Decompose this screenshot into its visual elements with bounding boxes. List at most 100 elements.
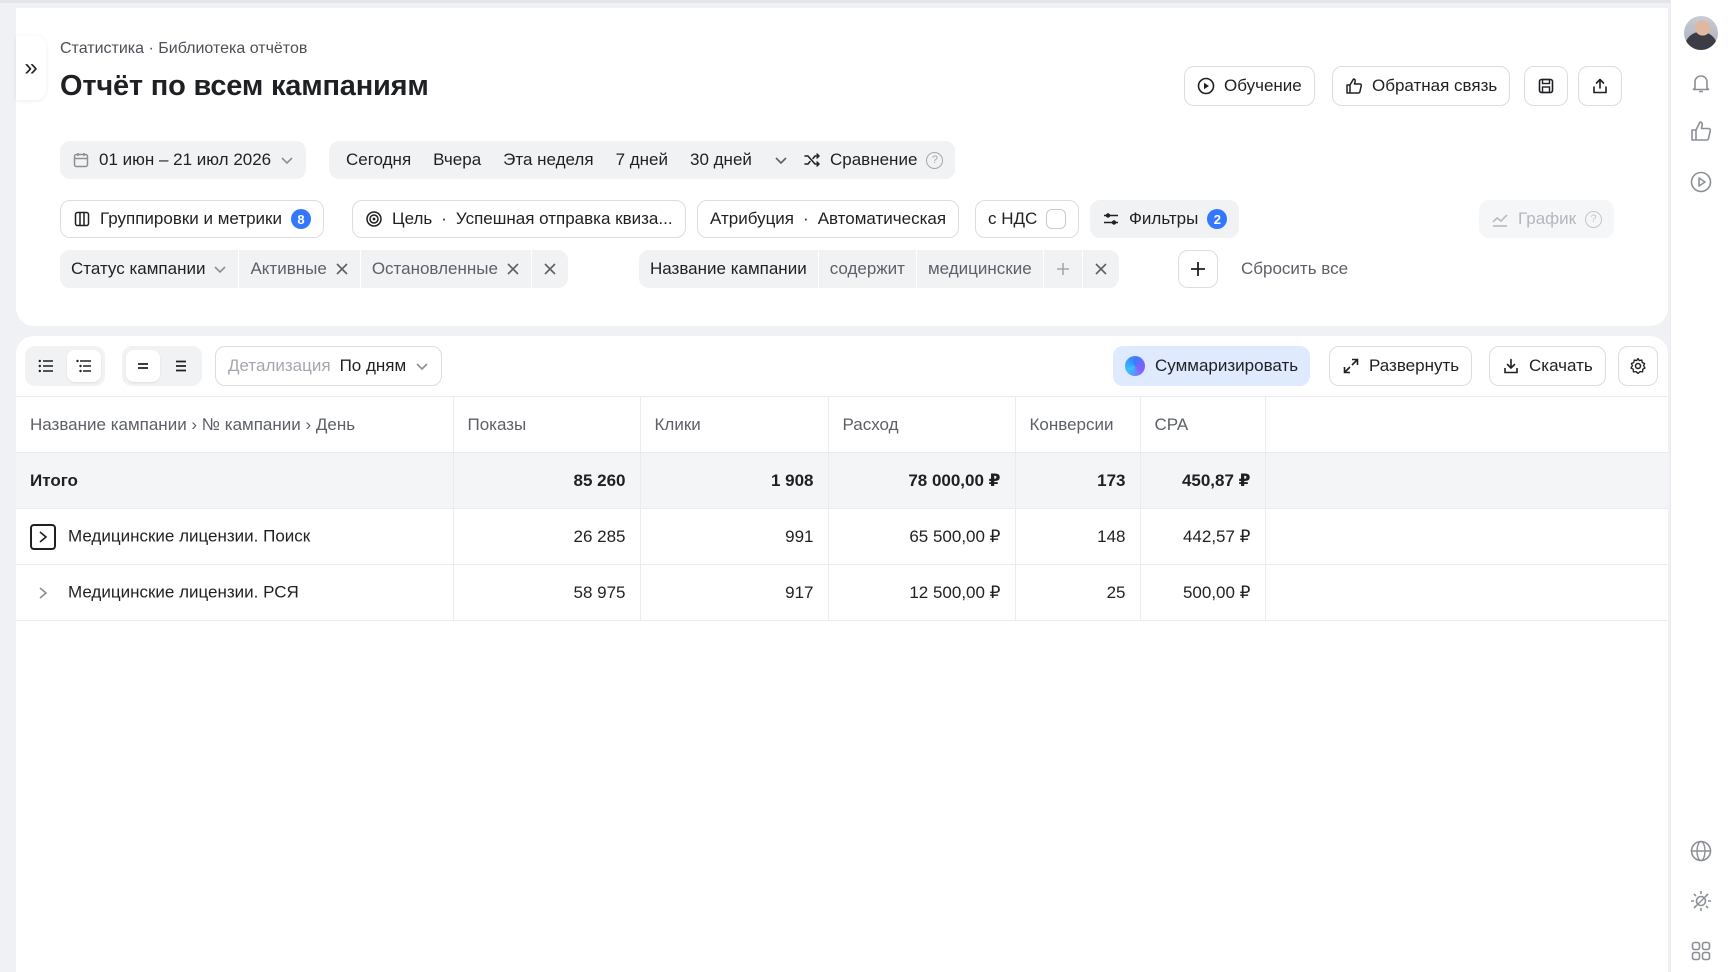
help-icon[interactable]: ? [1585, 210, 1603, 228]
reset-all-link[interactable]: Сбросить все [1241, 259, 1348, 279]
learning-button[interactable]: Обучение [1184, 66, 1315, 106]
plus-icon [1191, 262, 1205, 276]
impressions-cell: 58 975 [453, 564, 641, 621]
status-value-label: Остановленные [371, 259, 498, 278]
download-button[interactable]: Скачать [1489, 346, 1606, 386]
report-header-card: Статистика · Библиотека отчётов Отчёт по… [16, 8, 1668, 326]
save-button[interactable] [1524, 66, 1568, 106]
globe-icon[interactable] [1686, 836, 1716, 866]
table-settings-button[interactable] [1618, 346, 1658, 386]
list-tree-icon[interactable] [67, 350, 101, 382]
chevron-down-icon [214, 266, 227, 274]
groupings-count-badge: 8 [291, 209, 311, 229]
detail-selector[interactable]: Детализация По дням [215, 346, 443, 386]
groupings-metrics-button[interactable]: Группировки и метрики 8 [60, 200, 324, 238]
conversions-cell: 148 [1015, 508, 1141, 565]
breadcrumb[interactable]: Статистика · Библиотека отчётов [60, 40, 307, 58]
attribution-value: Автоматическая [817, 209, 947, 228]
column-header-clicks[interactable]: Клики [640, 396, 829, 453]
ai-sparkle-icon [1125, 356, 1145, 376]
goal-selector[interactable]: Цель · Успешная отправка квиза... [352, 200, 686, 238]
table-header-row: Название кампании › № кампании › День По… [16, 396, 1668, 453]
expand-sidebar-button[interactable]: » [16, 36, 46, 100]
name-value-add[interactable] [1044, 250, 1082, 288]
status-filter-remove[interactable] [532, 250, 568, 288]
preset-30-days[interactable]: 30 дней [679, 141, 763, 179]
cpa-cell: 500,00 ₽ [1140, 564, 1266, 621]
total-clicks: 1 908 [640, 452, 829, 509]
close-icon [1095, 263, 1107, 275]
summarize-button[interactable]: Суммаризировать [1113, 346, 1311, 386]
chart-label: График [1518, 209, 1577, 228]
filters-button[interactable]: Фильтры 2 [1090, 200, 1240, 238]
preset-this-week[interactable]: Эта неделя [492, 141, 604, 179]
total-impressions: 85 260 [453, 452, 641, 509]
share-button[interactable] [1578, 66, 1622, 106]
chart-icon [1492, 214, 1508, 227]
detail-value: По дням [339, 356, 407, 375]
goal-value: Успешная отправка квиза... [455, 209, 673, 228]
report-table: Название кампании › № кампании › День По… [16, 396, 1668, 621]
density-full-icon[interactable] [164, 350, 198, 382]
vat-label: с НДС [988, 209, 1038, 228]
total-label: Итого [16, 452, 454, 509]
chevron-down-icon [775, 157, 787, 165]
feedback-button[interactable]: Обратная связь [1332, 66, 1511, 106]
download-icon [1504, 358, 1518, 374]
help-icon[interactable]: ? [926, 151, 944, 169]
upload-icon [1593, 78, 1607, 94]
list-flat-icon[interactable] [29, 350, 63, 382]
column-header-cpa[interactable]: CPA [1140, 396, 1266, 453]
close-icon[interactable] [335, 262, 349, 276]
expand-row-icon[interactable] [30, 523, 56, 550]
status-value-label: Активные [250, 259, 327, 278]
status-field[interactable]: Статус кампании [60, 250, 238, 288]
preset-today[interactable]: Сегодня [335, 141, 422, 179]
column-header-conversions[interactable]: Конверсии [1015, 396, 1141, 453]
bell-icon[interactable] [1686, 68, 1716, 98]
name-value[interactable]: медицинские [917, 250, 1043, 288]
name-operator[interactable]: содержит [819, 250, 916, 288]
avatar[interactable] [1684, 16, 1718, 50]
campaign-name: Медицинские лицензии. РСЯ [68, 581, 299, 601]
name-filter: Название кампании содержит медицинские [639, 250, 1119, 288]
floppy-icon [1538, 78, 1554, 94]
columns-icon [74, 211, 90, 227]
filters-count-badge: 2 [1207, 209, 1228, 229]
theme-sun-icon[interactable] [1686, 886, 1716, 916]
add-filter-button[interactable] [1178, 250, 1218, 288]
cost-cell: 12 500,00 ₽ [828, 564, 1016, 621]
learning-label: Обучение [1224, 76, 1302, 95]
preset-yesterday[interactable]: Вчера [422, 141, 492, 179]
thumbs-up-icon[interactable] [1686, 116, 1716, 146]
table-row[interactable]: Медицинские лицензии. РСЯ 58 975 917 12 … [16, 564, 1668, 621]
column-header-impressions[interactable]: Показы [453, 396, 641, 453]
campaign-name: Медицинские лицензии. Поиск [68, 525, 311, 545]
plus-icon [1056, 263, 1069, 275]
column-header-cost[interactable]: Расход [828, 396, 1016, 453]
attribution-prefix: Атрибуция [710, 209, 795, 228]
density-compact-icon[interactable] [126, 350, 160, 382]
goal-dot: · [441, 209, 447, 228]
row-density-toggle [122, 346, 202, 386]
summarize-label: Суммаризировать [1155, 356, 1299, 375]
apps-grid-icon[interactable] [1686, 936, 1716, 966]
sliders-icon [1104, 213, 1118, 225]
clicks-cell: 917 [640, 564, 829, 621]
column-header-grouping[interactable]: Название кампании › № кампании › День [16, 396, 454, 453]
table-row[interactable]: Медицинские лицензии. Поиск 26 285 991 6… [16, 508, 1668, 565]
attribution-selector[interactable]: Атрибуция · Автоматическая [697, 200, 960, 238]
name-field[interactable]: Название кампании [639, 250, 818, 288]
close-icon[interactable] [506, 262, 520, 276]
compare-button[interactable]: Сравнение ? [791, 141, 956, 179]
vat-toggle[interactable]: с НДС [975, 200, 1080, 238]
expand-button[interactable]: Развернуть [1329, 346, 1473, 386]
expand-label: Развернуть [1369, 356, 1460, 375]
expand-row-icon[interactable] [30, 580, 56, 606]
date-range-picker[interactable]: 01 июн – 21 июл 2026 [60, 141, 307, 179]
vat-checkbox[interactable] [1046, 209, 1067, 229]
name-filter-remove[interactable] [1083, 250, 1119, 288]
play-circle-icon[interactable] [1686, 167, 1716, 197]
chart-button[interactable]: График ? [1479, 200, 1615, 238]
preset-7-days[interactable]: 7 дней [605, 141, 679, 179]
